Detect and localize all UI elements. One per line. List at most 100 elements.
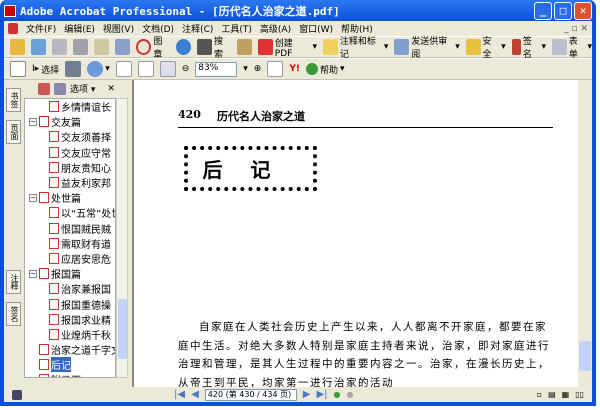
comment-button[interactable]: 注释和标记 ▾ bbox=[323, 34, 388, 60]
continuous-facing-icon[interactable]: ▯▯ bbox=[575, 390, 584, 399]
organizer-icon[interactable] bbox=[31, 39, 47, 55]
continuous-icon[interactable]: ▤ bbox=[548, 390, 556, 399]
document-scrollbar[interactable] bbox=[578, 80, 592, 387]
lock-icon bbox=[465, 39, 481, 55]
options-menu[interactable]: 选项 ▾ bbox=[70, 82, 95, 95]
bookmark-item[interactable]: 报国重德操 bbox=[25, 296, 115, 312]
delete-bookmark-icon[interactable] bbox=[38, 82, 50, 95]
go-forward-icon[interactable]: ● bbox=[347, 390, 354, 399]
menu-advanced[interactable]: 高级(A) bbox=[260, 22, 291, 35]
bookmark-scrollbar[interactable] bbox=[116, 98, 128, 378]
zoom-input[interactable]: 83% bbox=[195, 61, 238, 77]
minimize-button[interactable]: _ bbox=[534, 1, 552, 20]
tab-signatures[interactable]: 签名 bbox=[6, 302, 21, 326]
bookmark-item[interactable]: − 处世篇 bbox=[25, 190, 115, 205]
menu-edit[interactable]: 编辑(E) bbox=[64, 22, 95, 35]
bookmark-item[interactable]: 恨国贼民贼 bbox=[25, 221, 115, 236]
menu-file[interactable]: 文件(F) bbox=[26, 22, 56, 35]
bookmark-item[interactable]: 以“五常”处世 bbox=[25, 205, 115, 220]
zoom-tool-button[interactable]: ▾ bbox=[87, 61, 110, 77]
bookmark-item[interactable]: 报国求业精 bbox=[25, 312, 115, 327]
bookmark-item[interactable]: 交友应守常 bbox=[25, 145, 115, 160]
zoom-in-icon[interactable]: ⊕ bbox=[254, 64, 262, 74]
bookmark-item[interactable]: 应居安思危 bbox=[25, 251, 115, 266]
review-button[interactable]: 发送供审阅 ▾ bbox=[394, 34, 460, 60]
snapshot-icon[interactable] bbox=[65, 61, 82, 77]
create-pdf-button[interactable]: 创建 PDF ▾ bbox=[257, 36, 317, 59]
bookmark-icon bbox=[49, 161, 59, 173]
toolbar-main: 图章 搜索 创建 PDF ▾ 注释和标记 ▾ 发送供审阅 ▾ 安全 ▾ 签名 ▾ 表单 ▾ bbox=[4, 34, 592, 60]
close-panel-icon[interactable]: ✕ bbox=[107, 84, 115, 94]
next-page-button[interactable]: ▶ bbox=[303, 389, 311, 400]
search-button[interactable]: 搜索 bbox=[197, 34, 231, 60]
bookmark-item[interactable]: − 交友篇 bbox=[25, 114, 115, 129]
tab-pages[interactable]: 页面 bbox=[6, 120, 21, 144]
sign-button[interactable]: 签名 ▾ bbox=[511, 34, 546, 60]
tab-comments[interactable]: 注释 bbox=[6, 270, 21, 294]
go-back-icon[interactable]: ● bbox=[334, 390, 341, 399]
bookmark-label: 报国求业精 bbox=[61, 315, 111, 327]
previous-page-button[interactable]: ◀ bbox=[191, 389, 199, 400]
edit-icon[interactable] bbox=[236, 39, 252, 55]
fit-page-icon[interactable] bbox=[137, 61, 154, 77]
close-button[interactable]: ✕ bbox=[574, 1, 592, 20]
help-button[interactable]: 帮助 ▾ bbox=[305, 63, 345, 76]
bookmark-item[interactable]: 附录页 bbox=[25, 372, 115, 377]
bookmark-item[interactable]: 需取财有道 bbox=[25, 236, 115, 251]
rotate-icon[interactable] bbox=[267, 61, 284, 77]
bookmark-item[interactable]: 业煌炳千秋 bbox=[25, 327, 115, 342]
page-number-input[interactable]: 420 (第 430 / 434 页) bbox=[204, 388, 297, 401]
forms-button[interactable]: 表单 ▾ bbox=[552, 34, 592, 60]
security-button[interactable]: 安全 ▾ bbox=[465, 34, 506, 60]
status-bar: |◀ ◀ 420 (第 430 / 434 页) ▶ ▶| ● ● ▫ ▤ ▦ … bbox=[4, 387, 592, 402]
running-title: 历代名人治家之道 bbox=[216, 110, 305, 123]
collapse-icon[interactable]: − bbox=[29, 117, 37, 126]
body-text: 自家庭在人类社会历史上产生以来，人人都离不开家庭，都要在家庭中生活。对绝大多数人… bbox=[178, 321, 550, 387]
single-page-icon[interactable]: ▫ bbox=[537, 390, 542, 399]
bookmark-icon bbox=[49, 222, 59, 234]
bookmark-label: 业煌炳千秋 bbox=[61, 330, 111, 342]
select-label: 选择 bbox=[41, 65, 60, 76]
tab-bookmarks[interactable]: 书签 bbox=[6, 88, 21, 112]
new-bookmark-icon[interactable] bbox=[54, 82, 66, 95]
bookmark-icon bbox=[39, 344, 49, 356]
bookmark-icon bbox=[39, 268, 49, 280]
bookmarks-panel: 选项 ▾ ✕ 乡情情谊长 − 交友篇 交友须善择 交友应守常朋友贵知心 益友利家邦 − 处世篇… bbox=[24, 80, 128, 387]
fit-width-icon[interactable] bbox=[159, 61, 176, 77]
bookmark-item[interactable]: 乡情情谊长 bbox=[25, 99, 115, 114]
bookmark-item[interactable]: 治家之道千字文 bbox=[25, 342, 115, 357]
document-view: 420 历代名人治家之道 后记 自家庭在人类社会历史上产生以来，人人都离不开家庭… bbox=[132, 80, 578, 387]
bookmark-item[interactable]: 后记 bbox=[25, 357, 115, 373]
bookmark-item[interactable]: 益友利家邦 bbox=[25, 175, 115, 190]
bookmark-label: 报国重德操 bbox=[61, 300, 111, 312]
bookmark-item[interactable]: 交友须善择 bbox=[25, 129, 115, 144]
bookmark-label: 后记 bbox=[51, 357, 71, 373]
zoom-out-icon[interactable]: ⊖ bbox=[182, 64, 190, 74]
web-icon[interactable] bbox=[176, 39, 192, 55]
email-icon[interactable] bbox=[94, 39, 110, 55]
select-tool-button[interactable]: I▸ 选择 bbox=[32, 63, 59, 76]
doc-window-controls[interactable]: _ ▫ ✕ bbox=[564, 24, 588, 34]
facing-icon[interactable]: ▦ bbox=[562, 390, 570, 399]
bookmark-item[interactable]: 治家兼报国 bbox=[25, 281, 115, 296]
maximize-button[interactable]: □ bbox=[554, 1, 572, 20]
hand-tool-icon[interactable] bbox=[10, 61, 26, 77]
bookmark-item[interactable]: 朋友贵知心 bbox=[25, 160, 115, 175]
zoom-dropdown-icon[interactable]: ▾ bbox=[243, 64, 248, 74]
open-icon[interactable] bbox=[10, 39, 26, 55]
collapse-icon[interactable]: − bbox=[29, 269, 37, 278]
last-page-button[interactable]: ▶| bbox=[316, 389, 327, 400]
panel-toggle-icon[interactable] bbox=[12, 389, 22, 400]
yahoo-icon[interactable]: Y! bbox=[289, 64, 300, 74]
collapse-icon[interactable]: − bbox=[29, 193, 37, 202]
bookmark-item[interactable]: − 报国篇 bbox=[25, 266, 115, 281]
bookmark-label: 朋友贵知心 bbox=[61, 163, 111, 175]
menu-view[interactable]: 视图(V) bbox=[103, 22, 134, 35]
print-icon[interactable] bbox=[73, 39, 89, 55]
attach-icon[interactable] bbox=[115, 39, 131, 55]
bookmark-icon bbox=[49, 283, 59, 295]
save-icon[interactable] bbox=[52, 39, 68, 55]
actual-size-icon[interactable] bbox=[115, 61, 132, 77]
stamp-button[interactable]: 图章 bbox=[136, 34, 170, 60]
first-page-button[interactable]: |◀ bbox=[174, 389, 185, 400]
